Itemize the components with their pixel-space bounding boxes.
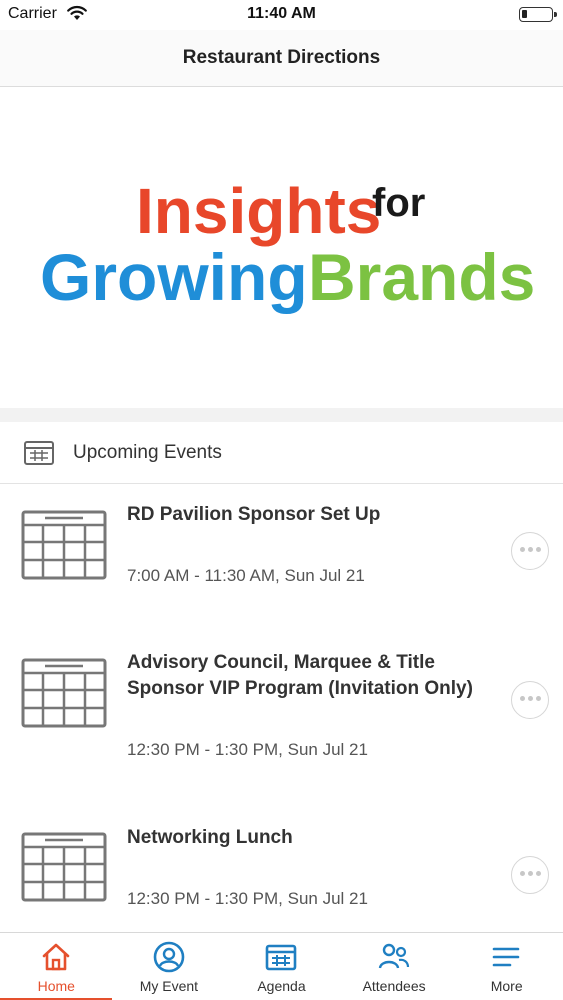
status-bar: Carrier 11:40 AM bbox=[0, 0, 563, 30]
logo-for: for bbox=[372, 181, 425, 225]
event-banner: Insights for Growing Brands bbox=[0, 88, 563, 408]
people-icon bbox=[378, 943, 409, 969]
event-logo: Insights for Growing Brands bbox=[40, 175, 535, 314]
event-title: Advisory Council, Marquee & Title Sponso… bbox=[127, 652, 473, 699]
tab-home[interactable]: Home bbox=[0, 933, 113, 1000]
tab-bar: Home My Event Agenda Attendees More bbox=[0, 932, 563, 1000]
tab-label: Home bbox=[37, 978, 75, 994]
event-item[interactable]: Networking Lunch 12:30 PM - 1:30 PM, Sun… bbox=[0, 805, 563, 932]
logo-brands: Brands bbox=[308, 240, 535, 314]
battery-icon bbox=[519, 7, 557, 22]
logo-growing: Growing bbox=[40, 240, 308, 314]
tab-label: Agenda bbox=[257, 978, 306, 994]
clock: 11:40 AM bbox=[247, 5, 316, 22]
calendar-icon bbox=[21, 510, 107, 580]
event-options-button[interactable] bbox=[511, 532, 549, 570]
event-item[interactable]: Advisory Council, Marquee & Title Sponso… bbox=[0, 630, 563, 805]
calendar-icon bbox=[265, 944, 297, 971]
home-icon bbox=[42, 943, 70, 971]
menu-icon bbox=[493, 947, 520, 967]
calendar-icon bbox=[24, 441, 54, 465]
user-circle-icon bbox=[153, 941, 184, 973]
tab-label: Attendees bbox=[362, 978, 426, 994]
tab-my-event[interactable]: My Event bbox=[113, 933, 226, 1000]
page-title: Restaurant Directions bbox=[182, 47, 381, 68]
tab-attendees[interactable]: Attendees bbox=[338, 933, 451, 1000]
tab-more[interactable]: More bbox=[450, 933, 563, 1000]
event-options-button[interactable] bbox=[511, 681, 549, 719]
calendar-icon bbox=[21, 658, 107, 728]
tab-agenda[interactable]: Agenda bbox=[225, 933, 338, 1000]
event-title: Networking Lunch bbox=[127, 827, 293, 848]
event-options-button[interactable] bbox=[511, 856, 549, 894]
calendar-icon bbox=[21, 832, 107, 902]
event-time: 12:30 PM - 1:30 PM, Sun Jul 21 bbox=[127, 740, 368, 759]
navigation-bar: Restaurant Directions bbox=[0, 30, 563, 87]
event-time: 7:00 AM - 11:30 AM, Sun Jul 21 bbox=[127, 566, 365, 585]
tab-label: More bbox=[490, 978, 523, 994]
event-time: 12:30 PM - 1:30 PM, Sun Jul 21 bbox=[127, 889, 368, 908]
logo-insights: Insights bbox=[136, 175, 381, 247]
section-divider bbox=[0, 408, 563, 422]
tab-label: My Event bbox=[139, 978, 199, 994]
section-title: Upcoming Events bbox=[73, 442, 222, 463]
event-title: RD Pavilion Sponsor Set Up bbox=[127, 504, 381, 525]
upcoming-events-header: Upcoming Events bbox=[0, 422, 563, 484]
event-item[interactable]: RD Pavilion Sponsor Set Up 7:00 AM - 11:… bbox=[0, 485, 563, 630]
